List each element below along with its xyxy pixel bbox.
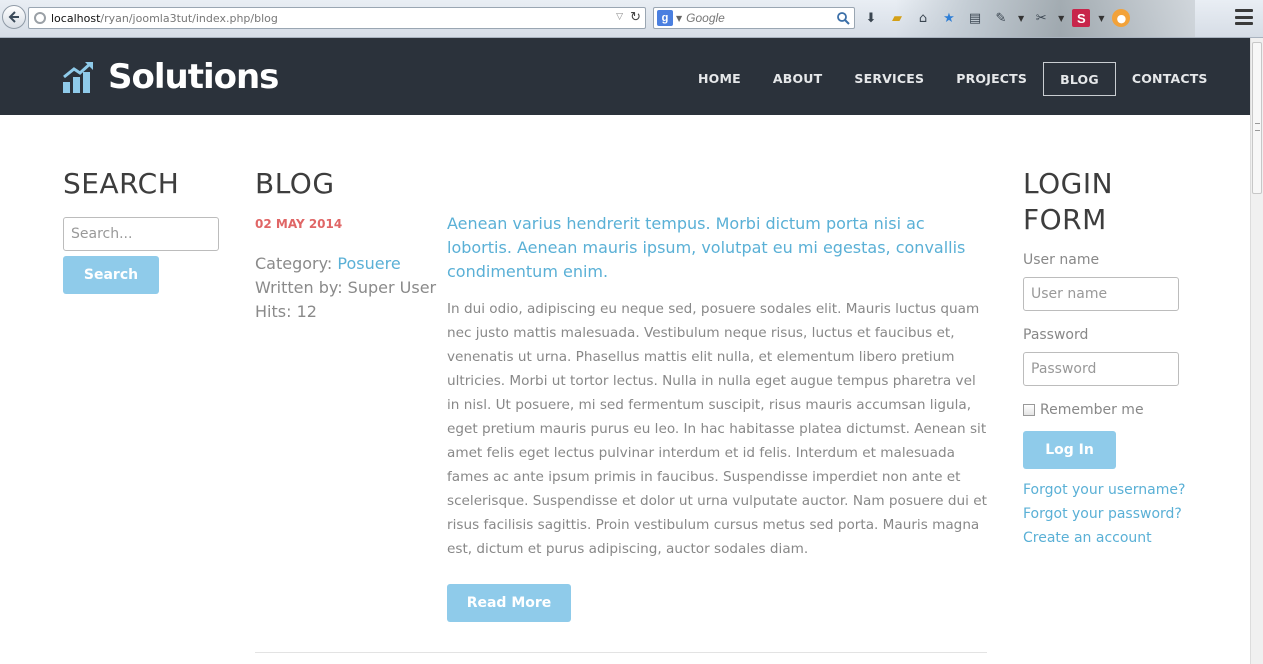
post-author: Written by: Super User [255, 278, 437, 297]
reload-icon[interactable]: ↻ [630, 10, 641, 25]
post-hits: Hits: 12 [255, 302, 317, 321]
category-label: Category: [255, 254, 338, 273]
nav-services[interactable]: SERVICES [838, 62, 940, 96]
browser-toolbar: localhost/ryan/joomla3tut/index.php/blog… [0, 0, 1263, 38]
chart-logo-icon [63, 61, 93, 93]
nav-home[interactable]: HOME [682, 62, 757, 96]
post-date: 02 MAY 2014 [255, 217, 343, 231]
page-scrollbar[interactable] [1250, 38, 1263, 664]
main-nav: HOME ABOUT SERVICES PROJECTS BLOG CONTAC… [682, 62, 1224, 96]
site-logo[interactable]: Solutions [62, 57, 279, 97]
search-engine-placeholder: Google [686, 11, 725, 25]
scrollbar-thumb[interactable] [1252, 42, 1262, 194]
engine-dropdown-icon[interactable]: ▼ [676, 14, 682, 23]
logo-text: Solutions [108, 57, 279, 97]
search-engine-bar[interactable]: g ▼ Google [653, 7, 855, 29]
login-heading-line1: LOGIN [1023, 167, 1114, 200]
password-label: Password [1023, 327, 1089, 343]
tools-icon[interactable]: ✂ [1032, 9, 1050, 27]
s-extension-dropdown-icon[interactable]: ▼ [1098, 14, 1104, 23]
post-divider [255, 652, 987, 653]
url-host: localhost [51, 11, 101, 25]
addon-dropdown-icon[interactable]: ▼ [1018, 14, 1024, 23]
username-input[interactable] [1023, 277, 1179, 311]
back-button[interactable] [2, 5, 26, 29]
nav-about[interactable]: ABOUT [757, 62, 839, 96]
google-icon[interactable]: g [657, 10, 673, 26]
dropdown-arrow-icon[interactable]: ▽ [616, 12, 623, 22]
remember-me-checkbox[interactable] [1023, 404, 1035, 416]
login-heading: LOGIN FORM [1023, 166, 1113, 238]
post-meta: Category: Posuere Written by: Super User… [255, 252, 436, 324]
nav-contacts[interactable]: CONTACTS [1116, 62, 1224, 96]
comment-icon[interactable]: ▰ [888, 9, 906, 27]
back-arrow-icon [8, 11, 19, 23]
tools-dropdown-icon[interactable]: ▼ [1058, 14, 1064, 23]
post-title-link[interactable]: Aenean varius hendrerit tempus. Morbi di… [447, 212, 987, 284]
nav-blog[interactable]: BLOG [1043, 62, 1116, 96]
remember-me-label: Remember me [1040, 402, 1144, 418]
post-body: In dui odio, adipiscing eu neque sed, po… [447, 301, 987, 557]
home-icon[interactable]: ⌂ [914, 9, 932, 27]
download-icon[interactable]: ⬇ [862, 9, 880, 27]
search-input[interactable] [63, 217, 219, 251]
fox-extension-icon[interactable]: ● [1112, 9, 1131, 27]
password-input[interactable] [1023, 352, 1179, 386]
url-text: localhost/ryan/joomla3tut/index.php/blog [51, 12, 278, 25]
search-heading: SEARCH [63, 167, 180, 200]
create-account-link[interactable]: Create an account [1023, 530, 1152, 546]
magnifier-icon[interactable] [836, 11, 850, 25]
post-category: Category: Posuere [255, 252, 436, 276]
address-bar[interactable]: localhost/ryan/joomla3tut/index.php/blog… [28, 7, 646, 29]
username-label: User name [1023, 252, 1100, 268]
read-more-button[interactable]: Read More [447, 584, 571, 622]
remember-me-row[interactable]: Remember me [1023, 402, 1144, 418]
toolbar-icons: ⬇ ▰ ⌂ ★ ▤ ✎ ▼ ✂ ▼ S ▼ ● [862, 7, 1131, 29]
globe-icon [34, 12, 46, 24]
addon-icon[interactable]: ✎ [992, 9, 1010, 27]
site-header: Solutions HOME ABOUT SERVICES PROJECTS B… [0, 38, 1250, 115]
forgot-username-link[interactable]: Forgot your username? [1023, 482, 1185, 498]
forgot-password-link[interactable]: Forgot your password? [1023, 506, 1182, 522]
blog-heading: BLOG [255, 167, 335, 200]
search-button[interactable]: Search [63, 256, 159, 294]
s-extension-icon[interactable]: S [1072, 9, 1091, 27]
login-heading-line2: FORM [1023, 203, 1107, 236]
url-path: /ryan/joomla3tut/index.php/blog [100, 11, 278, 25]
category-link[interactable]: Posuere [337, 254, 400, 273]
bookmark-star-icon[interactable]: ★ [940, 9, 958, 27]
nav-projects[interactable]: PROJECTS [940, 62, 1043, 96]
login-button[interactable]: Log In [1023, 431, 1116, 469]
bookmarks-list-icon[interactable]: ▤ [966, 9, 984, 27]
menu-icon[interactable] [1235, 9, 1253, 25]
